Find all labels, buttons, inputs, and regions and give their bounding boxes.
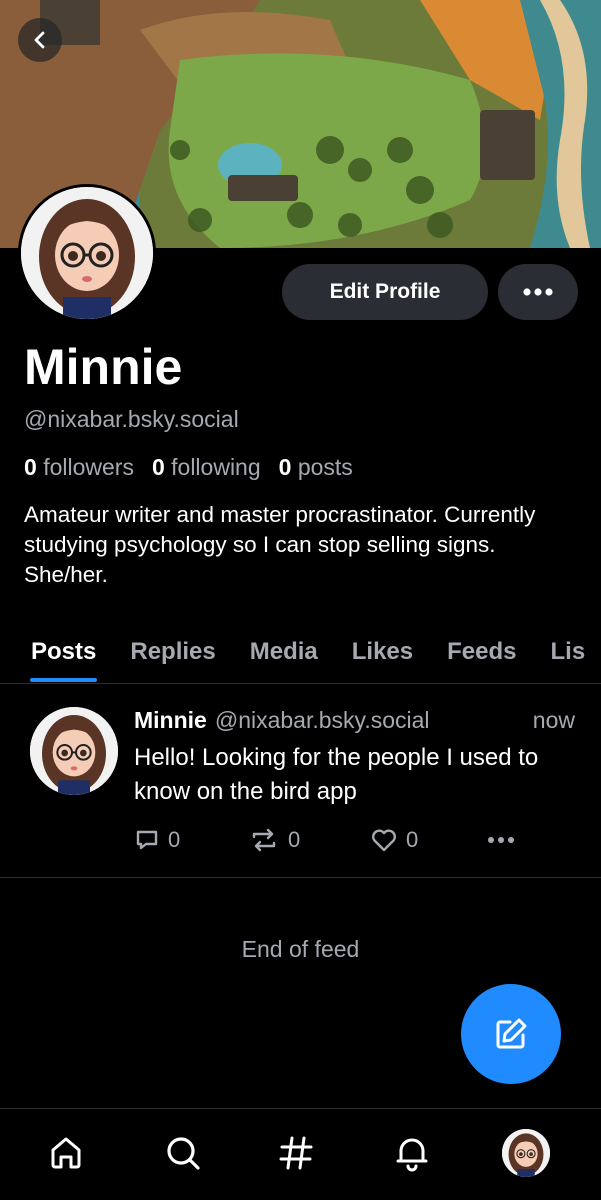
back-button[interactable] bbox=[18, 18, 62, 62]
profile-name: Minnie bbox=[24, 339, 183, 395]
avatar-illustration bbox=[502, 1129, 550, 1177]
profile-stats: 0 followers 0 following 0 posts bbox=[24, 454, 353, 481]
feed-post[interactable]: Minnie @nixabar.bsky.social now Hello! L… bbox=[0, 685, 601, 878]
like-button[interactable]: 0 bbox=[370, 827, 418, 853]
repost-icon bbox=[252, 828, 276, 852]
posts-label: posts bbox=[297, 454, 353, 480]
profile-avatar[interactable] bbox=[18, 184, 156, 322]
tab-lists[interactable]: Lis bbox=[534, 620, 601, 683]
profile-more-button[interactable] bbox=[498, 264, 578, 320]
avatar-illustration bbox=[21, 187, 153, 319]
followers-stat[interactable]: 0 followers bbox=[24, 454, 134, 481]
followers-count: 0 bbox=[24, 454, 37, 480]
tab-posts[interactable]: Posts bbox=[0, 620, 113, 683]
profile-tabs: Posts Replies Media Likes Feeds Lis bbox=[0, 620, 601, 684]
following-label: following bbox=[171, 454, 261, 480]
ellipsis-icon bbox=[523, 288, 553, 296]
edit-profile-button[interactable]: Edit Profile bbox=[282, 264, 488, 320]
post-text: Hello! Looking for the people I used to … bbox=[134, 744, 539, 805]
post-actions: 0 0 0 bbox=[134, 827, 584, 857]
nav-notifications[interactable] bbox=[386, 1127, 438, 1179]
reply-button[interactable]: 0 bbox=[134, 827, 180, 853]
profile-handle: @nixabar.bsky.social bbox=[24, 406, 239, 432]
following-stat[interactable]: 0 following bbox=[152, 454, 261, 481]
profile-bio: Amateur writer and master procrastinator… bbox=[24, 502, 536, 587]
nav-profile[interactable] bbox=[500, 1127, 552, 1179]
like-count: 0 bbox=[406, 827, 419, 852]
post-more-button[interactable] bbox=[486, 827, 516, 853]
tab-feeds[interactable]: Feeds bbox=[430, 620, 533, 683]
tab-media[interactable]: Media bbox=[233, 620, 335, 683]
search-icon bbox=[167, 1137, 200, 1170]
back-chevron-icon bbox=[34, 31, 45, 49]
nav-profile-avatar bbox=[502, 1129, 550, 1177]
reply-count: 0 bbox=[168, 827, 181, 852]
nav-search[interactable] bbox=[157, 1127, 209, 1179]
bell-icon bbox=[396, 1138, 428, 1172]
hashtag-icon bbox=[279, 1136, 313, 1170]
compose-button[interactable] bbox=[461, 984, 561, 1084]
post-header: Minnie @nixabar.bsky.social now bbox=[134, 707, 575, 734]
followers-label: followers bbox=[43, 454, 134, 480]
end-of-feed-label: End of feed bbox=[241, 936, 360, 962]
posts-count: 0 bbox=[278, 454, 292, 480]
repost-button[interactable]: 0 bbox=[248, 827, 300, 853]
reply-bubble-icon bbox=[136, 830, 158, 850]
post-timestamp[interactable]: now bbox=[533, 707, 575, 734]
post-author-name[interactable]: Minnie bbox=[134, 707, 207, 734]
following-count: 0 bbox=[151, 454, 165, 480]
post-author-handle[interactable]: @nixabar.bsky.social bbox=[215, 707, 430, 734]
bottom-navigation bbox=[0, 1108, 601, 1200]
heart-icon bbox=[372, 829, 396, 852]
repost-count: 0 bbox=[288, 827, 301, 852]
tab-replies[interactable]: Replies bbox=[113, 620, 232, 683]
tab-likes[interactable]: Likes bbox=[335, 620, 430, 683]
post-author-avatar[interactable] bbox=[30, 707, 118, 795]
posts-stat: 0 posts bbox=[279, 454, 353, 481]
compose-icon bbox=[496, 1018, 527, 1049]
avatar-illustration bbox=[30, 707, 118, 795]
home-icon bbox=[51, 1137, 81, 1169]
nav-feeds[interactable] bbox=[270, 1127, 322, 1179]
nav-home[interactable] bbox=[40, 1127, 92, 1179]
ellipsis-icon bbox=[488, 837, 514, 843]
